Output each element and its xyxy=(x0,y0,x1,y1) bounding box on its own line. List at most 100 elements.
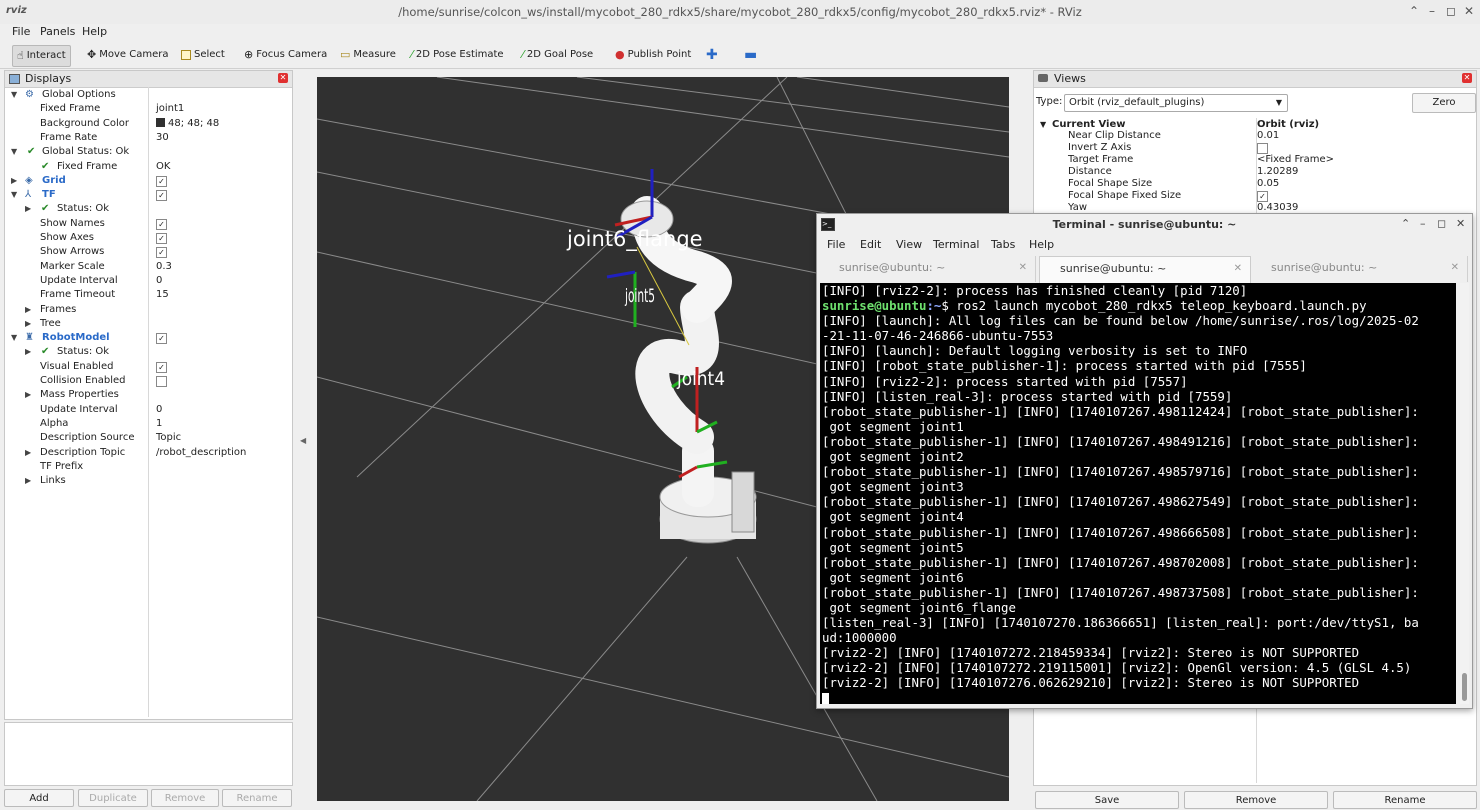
rename-display-button[interactable]: Rename xyxy=(222,789,292,807)
chevron-right-icon[interactable]: ▶ xyxy=(11,174,17,188)
publish-point-label: Publish Point xyxy=(627,49,692,60)
terminal-menu-help[interactable]: Help xyxy=(1029,238,1054,251)
view-property-row[interactable]: Distance 1.20289 xyxy=(1036,166,1474,178)
chevron-right-icon[interactable]: ▶ xyxy=(25,446,31,460)
chevron-right-icon[interactable]: ▶ xyxy=(25,345,31,359)
chevron-down-icon[interactable]: ▼ xyxy=(11,331,17,345)
display-row-value[interactable]: 0.3 xyxy=(156,260,172,274)
display-row-value[interactable]: 1 xyxy=(156,417,162,431)
display-row-value[interactable]: 48; 48; 48 xyxy=(156,117,219,131)
close-tab-icon[interactable]: ✕ xyxy=(1019,256,1027,280)
maximize-icon[interactable]: ◻ xyxy=(1437,217,1446,230)
display-row-value[interactable]: 0 xyxy=(156,403,162,417)
select-tool-button[interactable]: Select xyxy=(177,45,229,65)
menu-panels[interactable]: Panels xyxy=(40,25,75,38)
zero-button[interactable]: Zero xyxy=(1412,93,1476,113)
checkbox[interactable]: ✓ xyxy=(156,190,167,202)
terminal-menu-tabs[interactable]: Tabs xyxy=(991,238,1015,251)
terminal-menu-file[interactable]: File xyxy=(827,238,845,251)
display-row-value[interactable]: Topic xyxy=(156,431,181,445)
display-row-value[interactable]: 30 xyxy=(156,131,169,145)
menu-file[interactable]: File xyxy=(12,25,30,38)
checkbox[interactable]: ✓ xyxy=(156,247,167,259)
display-row-value[interactable]: joint1 xyxy=(156,102,184,116)
display-row-value[interactable]: 15 xyxy=(156,288,169,302)
view-property-value[interactable]: 0.05 xyxy=(1257,178,1279,190)
chevron-up-icon[interactable]: ⌃ xyxy=(1401,217,1410,230)
move-camera-tool-button[interactable]: ✥ Move Camera xyxy=(83,45,172,65)
measure-tool-button[interactable]: ▭ Measure xyxy=(336,45,400,65)
chevron-right-icon[interactable]: ▶ xyxy=(25,303,31,317)
close-tab-icon[interactable]: ✕ xyxy=(1451,256,1459,280)
checkbox[interactable] xyxy=(156,376,167,387)
view-property-value[interactable]: 1.20289 xyxy=(1257,166,1298,178)
close-tab-icon[interactable]: ✕ xyxy=(1234,257,1242,281)
checkbox[interactable]: ✓ xyxy=(156,333,167,345)
terminal-menu-terminal[interactable]: Terminal xyxy=(933,238,980,251)
minimize-icon[interactable]: – xyxy=(1420,217,1426,230)
remove-view-button[interactable]: Remove xyxy=(1184,791,1328,809)
view-property-row[interactable]: Target Frame <Fixed Frame> xyxy=(1036,154,1474,166)
menu-bar: File Panels Help xyxy=(0,24,1480,42)
checkbox[interactable]: ✓ xyxy=(156,175,167,187)
terminal-tab-3[interactable]: sunrise@ubuntu: ~ ✕ xyxy=(1251,256,1468,282)
collapse-panel-icon[interactable]: ◀ xyxy=(300,436,306,445)
view-property-row[interactable]: Near Clip Distance 0.01 xyxy=(1036,130,1474,142)
remove-display-button[interactable]: Remove xyxy=(151,789,219,807)
view-property-row[interactable]: Invert Z Axis xyxy=(1036,142,1474,154)
terminal-scrollbar[interactable] xyxy=(1460,283,1469,704)
chevron-right-icon[interactable]: ▶ xyxy=(25,388,31,402)
minimize-icon[interactable]: – xyxy=(1429,4,1435,18)
view-property-value[interactable]: <Fixed Frame> xyxy=(1257,154,1334,166)
checkbox[interactable]: ✓ xyxy=(1257,191,1268,202)
scrollbar-thumb[interactable] xyxy=(1462,673,1467,701)
checkbox[interactable]: ✓ xyxy=(156,361,167,373)
chevron-down-icon[interactable]: ▼ xyxy=(11,145,17,159)
close-icon[interactable]: ✕ xyxy=(1464,4,1474,18)
prompt-path: :~ xyxy=(926,298,942,314)
menu-help[interactable]: Help xyxy=(82,25,107,38)
view-property-value[interactable]: 0.01 xyxy=(1257,130,1279,142)
checkbox[interactable]: ✓ xyxy=(156,233,167,244)
pose-estimate-tool-button[interactable]: ⁄ 2D Pose Estimate xyxy=(407,45,508,65)
terminal-menu-view[interactable]: View xyxy=(896,238,922,251)
view-property-label: Near Clip Distance xyxy=(1068,130,1161,141)
save-view-button[interactable]: Save xyxy=(1035,791,1179,809)
terminal-command: $ ros2 launch mycobot_280_rdkx5 teleop_k… xyxy=(941,298,1367,314)
terminal-output[interactable]: [INFO] [rviz2-2]: process has finished c… xyxy=(820,283,1456,704)
display-row-value[interactable]: 0 xyxy=(156,274,162,288)
add-tool-icon[interactable]: ✚ xyxy=(702,45,722,65)
close-icon[interactable]: ✕ xyxy=(1462,73,1472,83)
viewport-label-joint4: joint4 xyxy=(676,368,725,390)
view-property-row[interactable]: Focal Shape Size 0.05 xyxy=(1036,178,1474,190)
terminal-menu-edit[interactable]: Edit xyxy=(860,238,881,251)
rename-view-button[interactable]: Rename xyxy=(1333,791,1477,809)
display-row-value[interactable]: /robot_description xyxy=(156,446,246,460)
terminal-line: got segment joint6_flange xyxy=(822,599,1016,615)
terminal-tab-2[interactable]: sunrise@ubuntu: ~ ✕ xyxy=(1039,256,1251,283)
maximize-icon[interactable]: ◻ xyxy=(1446,4,1456,18)
chevron-down-icon[interactable]: ▼ xyxy=(11,88,17,102)
chevron-down-icon[interactable]: ▼ xyxy=(11,188,17,202)
remove-tool-icon[interactable]: ▬ xyxy=(740,45,761,65)
chevron-right-icon[interactable]: ▶ xyxy=(25,202,31,216)
duplicate-display-button[interactable]: Duplicate xyxy=(78,789,148,807)
close-icon[interactable]: ✕ xyxy=(1456,217,1465,230)
views-type-select[interactable]: Orbit (rviz_default_plugins) ▼ xyxy=(1064,94,1288,112)
chevron-right-icon[interactable]: ▶ xyxy=(25,474,31,488)
terminal-tab-1[interactable]: sunrise@ubuntu: ~ ✕ xyxy=(819,256,1036,282)
checkbox[interactable]: ✓ xyxy=(156,218,167,230)
color-swatch[interactable] xyxy=(156,117,165,127)
display-row-label: Frames xyxy=(40,303,77,315)
display-row-value[interactable]: OK xyxy=(156,160,170,174)
chevron-right-icon[interactable]: ▶ xyxy=(25,317,31,331)
view-property-row[interactable]: Focal Shape Fixed Size ✓ xyxy=(1036,190,1474,202)
add-display-button[interactable]: Add xyxy=(4,789,74,807)
goal-pose-tool-button[interactable]: ⁄ 2D Goal Pose xyxy=(518,45,597,65)
publish-point-tool-button[interactable]: ● Publish Point xyxy=(611,45,695,65)
close-icon[interactable]: ✕ xyxy=(278,73,288,83)
chevron-up-icon[interactable]: ⌃ xyxy=(1409,4,1419,18)
checkbox[interactable] xyxy=(1257,143,1268,154)
focus-camera-tool-button[interactable]: ⊕ Focus Camera xyxy=(240,45,331,65)
interact-tool-button[interactable]: ☝ Interact xyxy=(12,45,71,67)
